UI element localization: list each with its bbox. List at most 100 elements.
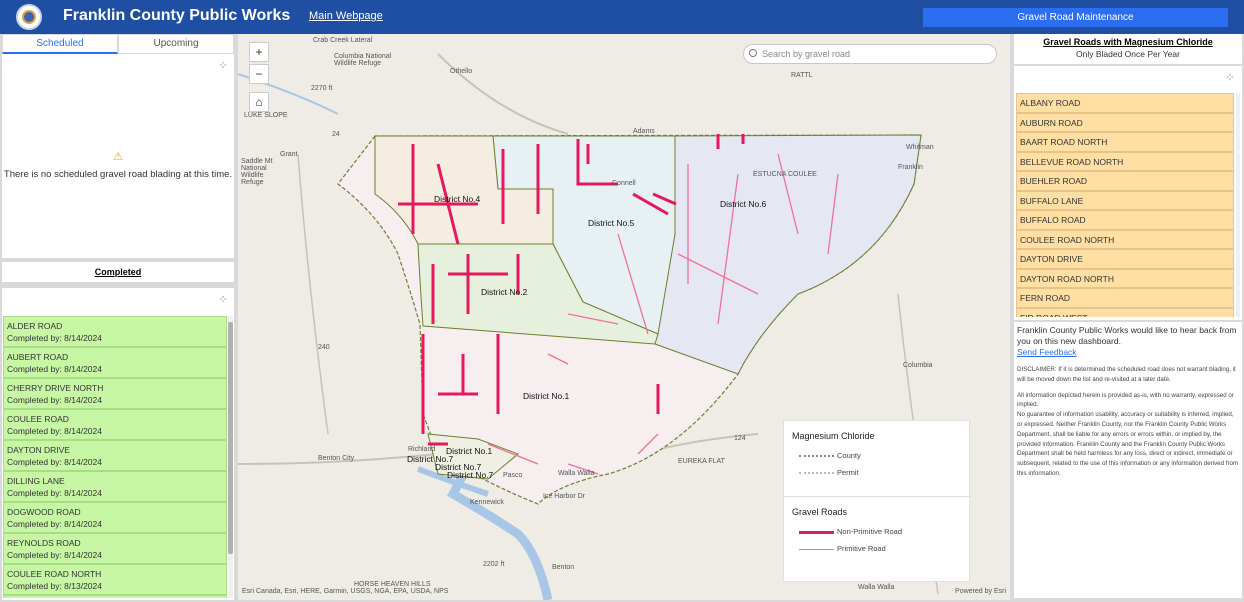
completed-date: Completed by: 8/14/2024 [7, 426, 102, 436]
mag-road-item[interactable]: FIR ROAD WEST [1016, 307, 1234, 317]
completed-date: Completed by: 8/14/2024 [7, 550, 102, 560]
feedback-panel: Franklin County Public Works would like … [1014, 322, 1242, 598]
legend-gravel-title: Gravel Roads [792, 507, 848, 517]
completed-date: Completed by: 8/14/2024 [7, 395, 102, 405]
place-label: Kennewick [470, 499, 504, 506]
completed-road-name: REYNOLDS ROAD [7, 538, 81, 548]
mag-roads-scrollbar[interactable] [1236, 93, 1240, 317]
place-label: Richland [408, 446, 436, 453]
legend-permit-label: Permit [837, 468, 859, 477]
send-feedback-link[interactable]: Send Feedback [1017, 347, 1239, 357]
completed-list-item[interactable]: COULEE ROAD NORTH [3, 595, 227, 598]
zoom-out-button[interactable]: − [249, 64, 269, 84]
place-label: Adams [633, 128, 655, 135]
map-view[interactable]: + − ⌂ Search by gravel road Crab Creek L… [238, 34, 1010, 600]
disclaimer-text: All information depicted herein is provi… [1017, 391, 1234, 409]
place-label: Othello [450, 68, 473, 75]
completed-date: Completed by: 8/14/2024 [7, 333, 102, 343]
legend-non-primitive-swatch [799, 531, 834, 534]
gravel-road-maintenance-button[interactable]: Gravel Road Maintenance [923, 8, 1228, 27]
completed-road-name: COULEE ROAD [7, 414, 69, 424]
search-placeholder: Search by gravel road [762, 49, 851, 59]
map-legend: Magnesium Chloride County Permit Gravel … [783, 420, 971, 582]
completed-date: Completed by: 8/14/2024 [7, 364, 102, 374]
road-search-input[interactable]: Search by gravel road [743, 44, 997, 64]
completed-list-item[interactable]: AUBERT ROAD Completed by: 8/14/2024 [3, 347, 227, 378]
mag-road-item[interactable]: DAYTON DRIVE [1016, 249, 1234, 269]
county-logo [16, 4, 42, 30]
completed-list-item[interactable]: DAYTON DRIVE Completed by: 8/14/2024 [3, 440, 227, 471]
place-label: 2202 ft [483, 561, 505, 568]
warning-icon: ⚠ [113, 151, 123, 163]
place-label: Benton [552, 564, 575, 571]
place-label: Columbia [903, 362, 933, 369]
place-label: Pasco [503, 472, 523, 479]
completed-list-item[interactable]: CHERRY DRIVE NORTH Completed by: 8/14/202… [3, 378, 227, 409]
place-label: 240 [318, 344, 330, 351]
layout-grid-icon[interactable]: ⁘ [217, 294, 229, 306]
mag-road-item[interactable]: ALBANY ROAD [1016, 93, 1234, 113]
schedule-tabs: Scheduled Upcoming [2, 34, 234, 54]
completed-list-item[interactable]: COULEE ROAD Completed by: 8/14/2024 [3, 409, 227, 440]
mag-road-item[interactable]: BUEHLER ROAD [1016, 171, 1234, 191]
place-label: LUKE SLOPE [244, 112, 288, 119]
mag-road-item[interactable]: FERN ROAD [1016, 288, 1234, 308]
district-label: District No.5 [588, 218, 635, 228]
legend-mag-title: Magnesium Chloride [792, 431, 875, 441]
feedback-text: Franklin County Public Works would like … [1017, 325, 1237, 346]
home-button[interactable]: ⌂ [249, 92, 269, 112]
powered-by-esri[interactable]: Powered by Esri [955, 588, 1006, 595]
layout-grid-icon[interactable]: ⁘ [217, 60, 229, 72]
legend-divider [784, 496, 971, 497]
empty-message-text: There is no scheduled gravel road bladin… [3, 169, 233, 180]
place-label: HORSE HEAVEN HILLS [354, 581, 431, 588]
legend-primitive-label: Primitive Road [837, 544, 886, 553]
mag-road-item[interactable]: BUFFALO LANE [1016, 190, 1234, 210]
mag-roads-subtitle: Only Bladed Once Per Year [1076, 49, 1180, 59]
legend-permit-swatch [799, 472, 834, 474]
tab-scheduled[interactable]: Scheduled [2, 34, 118, 54]
completed-list-item[interactable]: REYNOLDS ROAD Completed by: 8/14/2024 [3, 533, 227, 564]
legend-non-primitive-label: Non-Primitive Road [837, 527, 903, 536]
tab-upcoming[interactable]: Upcoming [118, 34, 234, 54]
disclaimer-text: DISCLAIMER: If it is determined the sche… [1017, 366, 1236, 383]
completed-list-item[interactable]: DILLING LANE Completed by: 8/14/2024 [3, 471, 227, 502]
mag-roads-list: ALBANY ROAD AUBURN ROAD BAART ROAD NORTH BE… [1016, 93, 1234, 317]
completed-date: Completed by: 8/14/2024 [7, 457, 102, 467]
completed-road-name: AUBERT ROAD [7, 352, 69, 362]
completed-list-item[interactable]: COULEE ROAD NORTH Completed by: 8/13/2024 [3, 564, 227, 595]
completed-list-item[interactable]: ALDER ROAD Completed by: 8/14/2024 [3, 316, 227, 347]
mag-roads-title: Gravel Roads with Magnesium Chloride [1043, 37, 1213, 47]
completed-road-name: DAYTON DRIVE [7, 445, 70, 455]
completed-scrollbar[interactable] [228, 316, 233, 598]
mag-road-item[interactable]: BELLEVUE ROAD NORTH [1016, 151, 1234, 171]
main-webpage-link[interactable]: Main Webpage [309, 10, 383, 22]
completed-road-name: CHERRY DRIVE NORTH [7, 383, 104, 393]
place-label: Columbia National Wildlife Refuge [334, 53, 392, 67]
empty-schedule-message: ⚠ There is no scheduled gravel road blad… [2, 150, 234, 180]
completed-road-name: ALDER ROAD [7, 321, 63, 331]
mag-road-item[interactable]: AUBURN ROAD [1016, 112, 1234, 132]
mag-road-item[interactable]: DAYTON ROAD NORTH [1016, 268, 1234, 288]
layout-grid-icon[interactable]: ⁘ [1224, 72, 1236, 84]
legend-primitive-swatch [799, 549, 834, 550]
district-label: District No.4 [434, 194, 481, 204]
district-label: District No.2 [481, 287, 528, 297]
mag-road-item[interactable]: BUFFALO ROAD [1016, 210, 1234, 230]
completed-date: Completed by: 8/13/2024 [7, 581, 102, 591]
place-label: Saddle Mt National Wildlife Refuge [241, 158, 273, 186]
place-label: Franklin [898, 164, 923, 171]
place-label: Crab Creek Lateral [313, 37, 373, 44]
zoom-in-button[interactable]: + [249, 42, 269, 62]
place-label: Walla Walla [558, 470, 595, 477]
completed-list: ALDER ROAD Completed by: 8/14/2024 AUBERT … [3, 316, 227, 598]
district-label: District No.7 [447, 470, 494, 480]
completed-list-item[interactable]: DOGWOOD ROAD Completed by: 8/14/2024 [3, 502, 227, 533]
district-label: District No.6 [720, 199, 767, 209]
place-label: 2270 ft [311, 85, 333, 92]
scheduled-panel [2, 34, 234, 258]
completed-date: Completed by: 8/14/2024 [7, 519, 102, 529]
completed-road-name: DOGWOOD ROAD [7, 507, 81, 517]
mag-road-item[interactable]: BAART ROAD NORTH [1016, 132, 1234, 152]
mag-road-item[interactable]: COULEE ROAD NORTH [1016, 229, 1234, 249]
